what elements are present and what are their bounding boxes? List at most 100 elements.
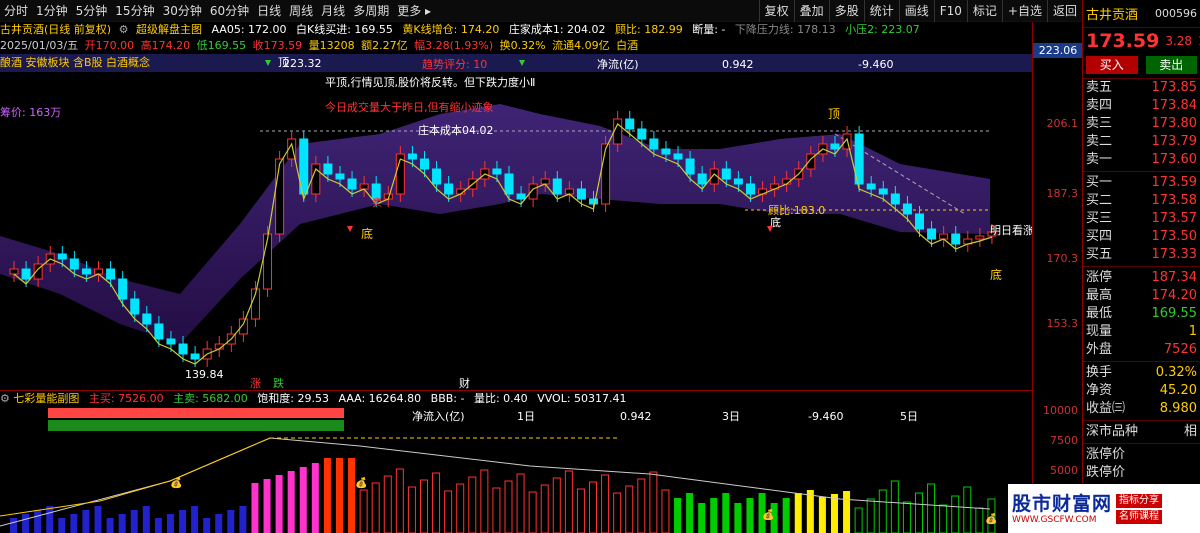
limit-up-row: 涨停价 (1083, 446, 1200, 464)
sell-mark: 卖 (372, 197, 382, 209)
sub-indicator-info: ⚙ 七彩量能副图 主买: 7526.00 主卖: 5682.00 饱和度: 29… (0, 390, 1032, 406)
volume-bar (613, 492, 622, 533)
limit-up-label: 涨停价 (1086, 447, 1126, 462)
candlestick-chart[interactable]: 酿酒 安徽板块 含B股 白酒概念 筹价: 163万 平顶,行情见顶,股价将反转。… (0, 54, 1034, 390)
gear-icon[interactable]: ⚙ (119, 23, 129, 36)
function-button-3[interactable]: 统计 (863, 0, 899, 22)
volume-bar (516, 473, 525, 533)
sells-row[interactable]: 卖三 173.80 (1083, 115, 1200, 133)
sells-label: 卖三 (1086, 116, 1113, 131)
function-button-1[interactable]: 叠加 (793, 0, 829, 22)
volume-bar (215, 514, 223, 533)
white-k-value: 白K线买进: 169.55 (296, 23, 393, 36)
function-buttons: 复权 叠加 多股 统计 画线 F10 标记 +自选 返回 (758, 0, 1082, 22)
candle-body (154, 323, 164, 340)
sells-row[interactable]: 卖二 173.79 (1083, 133, 1200, 151)
volume-bar (794, 493, 802, 533)
function-button-7[interactable]: +自选 (1001, 0, 1047, 22)
candlestick-chart-svg: 酿酒 安徽板块 含B股 白酒概念 筹价: 163万 平顶,行情见顶,股价将反转。… (0, 54, 1034, 390)
volume-bar (106, 518, 114, 533)
sells-row[interactable]: 卖五 173.85 (1083, 79, 1200, 97)
buy-button[interactable]: 买入 (1086, 56, 1138, 74)
axis-tick-2: 187.3 (1046, 187, 1079, 200)
buys-row[interactable]: 买一 173.59 (1083, 174, 1200, 192)
sells-price: 173.84 (1151, 98, 1198, 113)
volume-bar (251, 483, 259, 533)
volume-bar (275, 475, 283, 533)
vvol-value: VVOL: 50317.41 (537, 392, 627, 405)
stat-label: 最高 (1086, 288, 1113, 303)
candle-body (528, 183, 538, 200)
tab-period-6[interactable]: 日线 (253, 0, 285, 22)
sells-row[interactable]: 卖四 173.84 (1083, 97, 1200, 115)
main-buy-value: 主买: 7526.00 (88, 392, 164, 405)
function-button-4[interactable]: 画线 (898, 0, 934, 22)
candle-body (335, 173, 345, 180)
money-bag-icon-1: 💰 (170, 476, 182, 489)
volume-bar (878, 489, 887, 533)
candle-body (890, 193, 900, 205)
tab-period-5[interactable]: 60分钟 (206, 0, 253, 22)
volume-bar (323, 458, 331, 533)
candle-body (878, 188, 888, 195)
die-mark: 跌 (273, 376, 284, 390)
function-button-0[interactable]: 复权 (758, 0, 794, 22)
volume-bar (335, 458, 343, 533)
stat-row: 最低 169.55 (1083, 305, 1200, 323)
stat-label: 换手 (1086, 365, 1113, 380)
low-price-mark: 139.84 (185, 368, 224, 381)
volume-bar (142, 506, 150, 533)
candle-body (830, 143, 840, 150)
candle-body (564, 188, 574, 195)
sell-orders: 卖五 173.85 卖四 173.84 卖三 173.80 卖二 173.79 卖一 173.60 (1083, 79, 1200, 169)
tab-period-9[interactable]: 多周期 (349, 0, 393, 22)
sector-row[interactable]: 深市品种 相 (1083, 423, 1200, 441)
candle-body (106, 268, 116, 280)
buys-row[interactable]: 买四 173.50 (1083, 228, 1200, 246)
sells-row[interactable]: 卖一 173.60 (1083, 151, 1200, 169)
tab-period-4[interactable]: 30分钟 (159, 0, 206, 22)
function-button-8[interactable]: 返回 (1046, 0, 1082, 22)
volume-bar (22, 514, 30, 533)
sell-button[interactable]: 卖出 (1145, 56, 1197, 74)
sub-gear-icon[interactable]: ⚙ (0, 392, 10, 405)
tab-period-1[interactable]: 1分钟 (32, 0, 72, 22)
tab-period-10[interactable]: 更多 ▸ (393, 0, 435, 22)
candle-body (347, 178, 357, 190)
volume-chart[interactable]: 净流入(亿) 1日 0.942 3日 -9.460 5日 💰 💰 💰 💰 (0, 406, 1032, 533)
buys-row[interactable]: 买五 173.33 (1083, 246, 1200, 264)
net1-value: 0.942 (620, 410, 652, 423)
function-button-6[interactable]: 标记 (966, 0, 1002, 22)
candle-body (57, 253, 67, 260)
turnover-value: 换0.32% (499, 39, 546, 52)
tab-period-2[interactable]: 5分钟 (72, 0, 112, 22)
function-button-5[interactable]: F10 (933, 0, 967, 22)
volume-bar (927, 483, 936, 533)
buys-row[interactable]: 买二 173.58 (1083, 192, 1200, 210)
stat-value: 187.34 (1151, 270, 1198, 285)
sell-bar (48, 420, 344, 431)
buys-label: 买三 (1086, 211, 1113, 226)
sub-indicator-title[interactable]: 七彩量能副图 (13, 392, 79, 405)
stat-value: 1 (1188, 324, 1197, 339)
volume-bar (637, 478, 646, 533)
top-mark-1: 顶 (278, 56, 289, 69)
tab-period-0[interactable]: 分时 (0, 0, 32, 22)
buys-row[interactable]: 买三 173.57 (1083, 210, 1200, 228)
stat-row: 外盘 7526 (1083, 341, 1200, 359)
volume-bar (444, 490, 453, 533)
volume-bar (154, 518, 162, 533)
tab-period-3[interactable]: 15分钟 (111, 0, 158, 22)
candle-body (576, 188, 586, 200)
stats-group-2: 换手 0.32% 净资 45.20 收益㈢ 8.980 (1083, 364, 1200, 418)
trade-buttons: 买入 卖出 (1083, 54, 1200, 79)
indicator-name[interactable]: 超级解盘主图 (136, 23, 202, 36)
candle-body (432, 168, 442, 185)
stat-label: 收益㈢ (1086, 401, 1126, 416)
volume-bar (456, 483, 465, 533)
candle-body (94, 268, 104, 275)
tab-period-7[interactable]: 周线 (285, 0, 317, 22)
function-button-2[interactable]: 多股 (828, 0, 864, 22)
volume-note-label: 今日成交量大于昨日,但有缩小迹象 (325, 100, 494, 114)
tab-period-8[interactable]: 月线 (317, 0, 349, 22)
